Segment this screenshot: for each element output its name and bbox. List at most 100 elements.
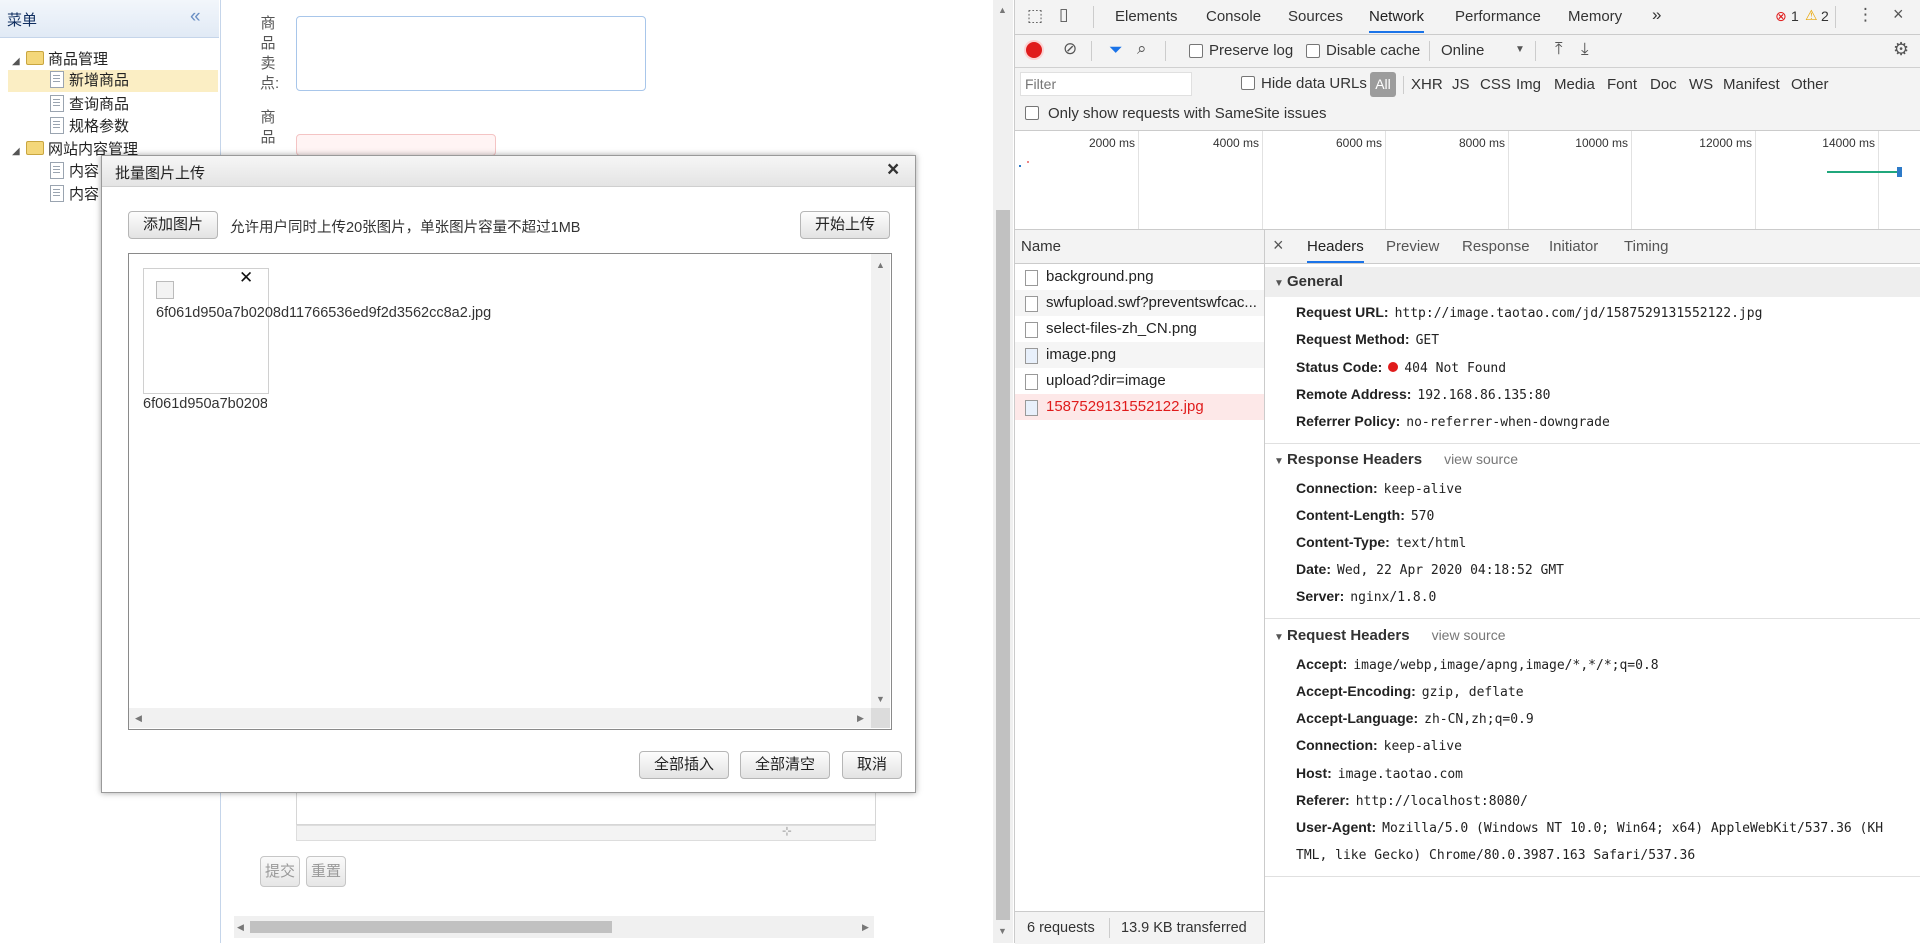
vertical-scroll-thumb[interactable] [996,210,1010,920]
collapse-icon[interactable]: « [190,6,201,28]
filter-type-manifest[interactable]: Manifest [1723,76,1780,93]
header-row: Request URL: http://image.taotao.com/jd/1… [1296,299,1762,327]
scroll-left-icon[interactable]: ◀ [237,922,244,933]
request-row[interactable]: image.png [1015,342,1264,368]
more-options-icon[interactable]: ⋮ [1857,5,1874,25]
resize-handle-icon[interactable]: ⊹ [782,824,792,838]
collapse-triangle-icon[interactable]: ▼ [1271,269,1287,299]
export-har-icon[interactable]: ⤓ [1581,39,1589,59]
scroll-up-icon[interactable]: ▲ [998,5,1007,15]
tree-item-spec-params[interactable]: 规格参数 [8,116,129,138]
scroll-up-icon[interactable]: ▲ [876,260,885,270]
filter-type-css[interactable]: CSS [1480,76,1511,93]
response-headers-section-header[interactable]: ▼ Response Headers view source [1265,444,1920,474]
name-column-header[interactable]: Name [1015,230,1264,264]
record-icon[interactable] [1026,42,1042,58]
tick-gridline [1878,131,1879,229]
scroll-down-icon[interactable]: ▼ [998,926,1007,936]
view-source-link[interactable]: view source [1432,627,1506,643]
request-row[interactable]: select-files-zh_CN.png [1015,316,1264,342]
tree-item-content-2[interactable]: 内容 [8,184,99,206]
start-upload-button[interactable]: 开始上传 [800,211,890,239]
preserve-log-checkbox[interactable] [1189,44,1203,58]
request-headers-section-header[interactable]: ▼ Request Headers view source [1265,620,1920,650]
samesite-checkbox[interactable] [1025,106,1039,120]
throttle-select[interactable]: Online [1441,42,1484,59]
remove-image-icon[interactable]: ✕ [239,268,253,288]
list-vertical-scrollbar[interactable] [871,254,890,708]
network-status-bar: 6 requests 13.9 KB transferred [1015,911,1264,944]
scroll-right-icon[interactable]: ▶ [862,922,869,933]
tab-network[interactable]: Network [1369,8,1425,33]
filter-type-js[interactable]: JS [1452,76,1470,93]
disable-cache-checkbox[interactable] [1306,44,1320,58]
error-icon[interactable]: ⊗ [1775,8,1787,25]
insert-all-button[interactable]: 全部插入 [639,751,729,779]
device-toggle-icon[interactable]: ▯ [1059,5,1068,25]
tab-console[interactable]: Console [1206,8,1261,25]
request-count: 6 requests [1027,920,1095,936]
close-icon[interactable]: × [887,158,899,182]
close-devtools-icon[interactable]: × [1893,4,1904,25]
filter-type-doc[interactable]: Doc [1650,76,1677,93]
tab-initiator[interactable]: Initiator [1549,238,1598,255]
scroll-right-icon[interactable]: ▶ [857,713,864,724]
filter-type-xhr[interactable]: XHR [1411,76,1443,93]
submit-button[interactable]: 提交 [260,856,300,887]
more-tabs-icon[interactable]: » [1652,5,1661,25]
tab-memory[interactable]: Memory [1568,8,1622,25]
selling-point-textarea[interactable] [296,16,646,91]
import-har-icon[interactable]: ⤒ [1555,39,1563,59]
tree-item-add-product[interactable]: 新增商品 [8,70,218,92]
add-image-button[interactable]: 添加图片 [128,211,218,239]
tab-performance[interactable]: Performance [1455,8,1541,25]
view-source-link[interactable]: view source [1444,451,1518,467]
chevron-down-icon[interactable]: ▼ [1515,44,1525,55]
filter-bar: Hide data URLs All XHR JS CSS Img Media … [1015,68,1920,131]
general-section-header[interactable]: ▼ General [1265,267,1920,297]
network-overview-timeline[interactable]: 2000 ms 4000 ms 6000 ms 8000 ms 10000 ms… [1015,131,1920,230]
inspect-element-icon[interactable]: ⬚ [1027,6,1043,26]
close-detail-icon[interactable]: × [1273,235,1284,256]
request-row[interactable]: background.png [1015,264,1264,290]
collapse-triangle-icon[interactable]: ▼ [1271,447,1287,477]
header-value: nginx/1.8.0 [1350,590,1437,605]
reset-button[interactable]: 重置 [306,856,346,887]
editor-resize-bar[interactable]: ⊹ [296,824,876,841]
filter-type-all[interactable]: All [1370,72,1396,97]
tab-preview[interactable]: Preview [1386,238,1439,255]
request-name: upload?dir=image [1046,372,1166,389]
scroll-left-icon[interactable]: ◀ [135,713,142,724]
expand-icon[interactable]: ◢ [12,141,26,163]
filter-type-other[interactable]: Other [1791,76,1829,93]
cancel-button[interactable]: 取消 [842,751,902,779]
search-icon[interactable]: ⌕ [1137,39,1147,59]
list-horizontal-scrollbar[interactable] [129,708,871,728]
scroll-down-icon[interactable]: ▼ [876,694,885,704]
tab-headers[interactable]: Headers [1307,238,1364,263]
filter-type-media[interactable]: Media [1554,76,1595,93]
gear-icon[interactable]: ⚙ [1893,39,1909,60]
collapse-triangle-icon[interactable]: ▼ [1271,623,1287,653]
filter-icon[interactable]: ⏷ [1109,40,1123,60]
clear-icon[interactable]: ⊘ [1063,39,1077,59]
filter-input[interactable] [1020,72,1192,96]
tree-item-content-1[interactable]: 内容 [8,161,99,183]
filter-type-img[interactable]: Img [1516,76,1541,93]
tab-sources[interactable]: Sources [1288,8,1343,25]
tab-response[interactable]: Response [1462,238,1530,255]
warning-icon[interactable]: ⚠ [1805,7,1818,24]
request-row[interactable]: upload?dir=image [1015,368,1264,394]
filter-type-font[interactable]: Font [1607,76,1637,93]
tree-folder-product-management[interactable]: ◢ 商品管理 [12,49,108,71]
horizontal-scroll-thumb[interactable] [250,921,612,933]
request-row[interactable]: swfupload.swf?preventswfcac... [1015,290,1264,316]
request-row-selected[interactable]: 1587529131552122.jpg [1015,394,1264,420]
tab-timing[interactable]: Timing [1624,238,1668,255]
price-input[interactable] [296,134,496,156]
tab-elements[interactable]: Elements [1115,8,1178,25]
hide-data-urls-checkbox[interactable] [1241,76,1255,90]
tree-item-query-product[interactable]: 查询商品 [8,94,129,116]
clear-all-button[interactable]: 全部清空 [740,751,830,779]
filter-type-ws[interactable]: WS [1689,76,1713,93]
